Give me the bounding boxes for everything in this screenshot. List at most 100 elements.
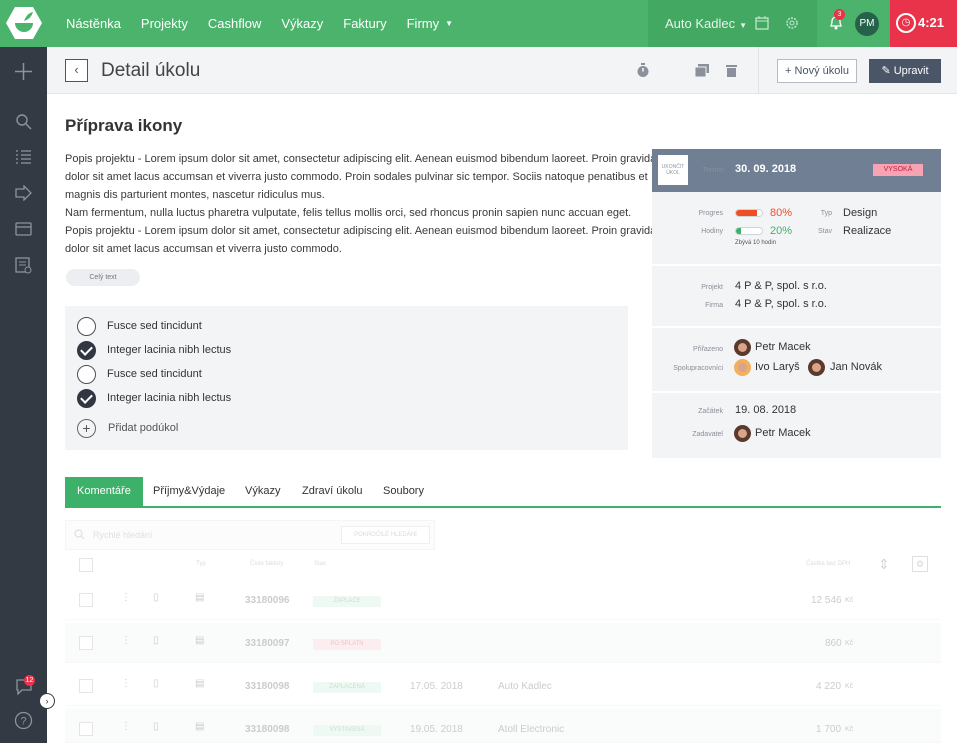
document-icon[interactable]: ▤ [195, 635, 204, 646]
copy-icon[interactable] [695, 64, 709, 77]
sort-icon[interactable]: ⇕ [878, 556, 890, 573]
column-invoice-number[interactable]: Číslo faktury [250, 561, 283, 567]
export-icon[interactable] [15, 185, 32, 201]
company-switcher[interactable]: Auto Kadlec ▼ [665, 16, 747, 31]
more-icon[interactable]: ⋮ [121, 721, 131, 732]
plus-icon[interactable] [14, 62, 33, 81]
nav-invoices[interactable]: Faktury [343, 16, 386, 31]
new-task-button[interactable]: + Nový úkolu [777, 59, 857, 83]
user-avatar[interactable]: PM [855, 12, 879, 36]
row-checkbox[interactable] [79, 636, 93, 650]
invoice-number: 33180096 [245, 595, 290, 606]
tab-task-health[interactable]: Zdraví úkolu [302, 477, 363, 506]
main-nav: Nástěnka Projekty Cashflow Výkazy Faktur… [56, 0, 463, 47]
card-icon[interactable] [15, 222, 32, 236]
advanced-search-button[interactable]: POKROČILÉ HLEDÁNÍ [341, 526, 430, 544]
description-line: Popis projektu - Lorem ipsum dolor sit a… [65, 153, 657, 165]
deadline-value: 30. 09. 2018 [735, 163, 797, 175]
table-row[interactable]: ⋮ ▯ ▤ 33180098 ZAPLACENÁ 17.05. 2018 Aut… [65, 666, 941, 706]
type-label: Typ [820, 210, 832, 217]
sidebar-expand-button[interactable]: › [39, 693, 55, 709]
row-checkbox[interactable] [79, 679, 93, 693]
column-status[interactable]: Stav [314, 561, 326, 567]
add-subtask-link[interactable]: Přidat podúkol [108, 422, 178, 434]
nav-cashflow[interactable]: Cashflow [208, 16, 261, 31]
stopwatch-icon[interactable] [636, 63, 650, 78]
assigned-value[interactable]: Petr Macek [755, 341, 811, 353]
search-icon[interactable] [15, 113, 32, 130]
calendar-icon[interactable] [754, 15, 770, 31]
collaborator-name[interactable]: Ivo Laryš [755, 361, 800, 373]
invoice-icon[interactable] [15, 257, 32, 274]
timer-value: 4:21 [918, 15, 945, 30]
firm-value[interactable]: 4 P & P, spol. s r.o. [735, 298, 827, 310]
divider [652, 264, 941, 266]
nav-reports[interactable]: Výkazy [281, 16, 323, 31]
firm-label: Firma [705, 302, 723, 309]
subtask-checkbox[interactable] [77, 365, 96, 384]
table-row[interactable]: ⋮ ▯ ▤ 33180097 PO SPLATN 860 Kč [65, 623, 941, 663]
divider [652, 391, 941, 393]
project-label: Projekt [701, 284, 723, 291]
tab-comments[interactable]: Komentáře [65, 477, 143, 506]
nav-dashboard[interactable]: Nástěnka [66, 16, 121, 31]
progress-label: Progres [698, 210, 723, 217]
project-value[interactable]: 4 P & P, spol. s r.o. [735, 280, 827, 292]
column-type[interactable]: Typ [196, 561, 206, 567]
pdf-icon[interactable]: ▯ [153, 635, 159, 646]
table-row[interactable]: ⋮ ▯ ▤ 33180096 ZAPLACE 12 546 Kč [65, 580, 941, 620]
tab-income-expenses[interactable]: Příjmy&Výdaje [153, 477, 225, 506]
amount: 1 700 [816, 724, 842, 735]
chevron-down-icon: ▼ [739, 21, 748, 30]
trash-icon[interactable] [726, 64, 737, 77]
invoice-number: 33180097 [245, 638, 290, 649]
row-checkbox[interactable] [79, 722, 93, 736]
currency: Kč [845, 597, 854, 604]
nav-companies[interactable]: Firmy [407, 16, 440, 31]
settings-icon[interactable]: ⚙ [912, 556, 928, 572]
author-value[interactable]: Petr Macek [755, 427, 811, 439]
full-text-button[interactable]: Celý text [66, 269, 140, 286]
more-icon[interactable]: ⋮ [121, 592, 131, 603]
more-icon[interactable]: ⋮ [121, 635, 131, 646]
tab-reports[interactable]: Výkazy [245, 477, 280, 506]
pdf-icon[interactable]: ▯ [153, 592, 159, 603]
document-icon[interactable]: ▤ [195, 721, 204, 732]
start-label: Začátek [698, 408, 723, 415]
collaborator-name[interactable]: Jan Novák [830, 361, 882, 373]
invoice-number: 33180098 [245, 724, 290, 735]
gear-icon[interactable] [784, 15, 800, 31]
subtask-label: Fusce sed tincidunt [107, 368, 202, 380]
document-icon[interactable]: ▤ [195, 678, 204, 689]
subtask-checkbox[interactable] [77, 317, 96, 336]
back-button[interactable]: ‹ [65, 59, 88, 82]
app-logo[interactable] [6, 6, 42, 40]
list-icon[interactable] [15, 149, 32, 165]
search-icon [74, 529, 85, 540]
subtask-label: Integer lacinia nibh lectus [107, 344, 232, 356]
edit-button[interactable]: ✎ Upravit [869, 59, 941, 83]
subtask-checkbox[interactable] [77, 389, 96, 408]
chevron-down-icon[interactable]: ▼ [445, 19, 453, 28]
state-value: Realizace [843, 225, 892, 237]
pdf-icon[interactable]: ▯ [153, 721, 159, 732]
pdf-icon[interactable]: ▯ [153, 678, 159, 689]
row-checkbox[interactable] [79, 593, 93, 607]
add-subtask-icon[interactable]: + [77, 419, 96, 438]
table-row[interactable]: ⋮ ▯ ▤ 33180098 VYSTAVENÁ 19.05. 2018 Ato… [65, 709, 941, 743]
more-icon[interactable]: ⋮ [121, 678, 131, 689]
subtask-checkbox[interactable] [77, 341, 96, 360]
nav-projects[interactable]: Projekty [141, 16, 188, 31]
tab-files[interactable]: Soubory [383, 477, 424, 506]
invoice-date: 19.05. 2018 [410, 724, 463, 735]
help-icon[interactable]: ? [14, 711, 33, 730]
column-amount[interactable]: Částka bez DPH [806, 561, 850, 567]
description-line: Popis projektu - Lorem ipsum dolor sit a… [65, 225, 657, 237]
header-divider [758, 47, 759, 94]
select-all-checkbox[interactable] [79, 558, 93, 572]
currency: Kč [845, 683, 854, 690]
document-icon[interactable]: ▤ [195, 592, 204, 603]
avatar [734, 425, 751, 442]
description-line: Nam fermentum, nulla luctus pharetra vul… [65, 207, 632, 219]
timer-button[interactable]: ◷ 4:21 [890, 0, 957, 47]
